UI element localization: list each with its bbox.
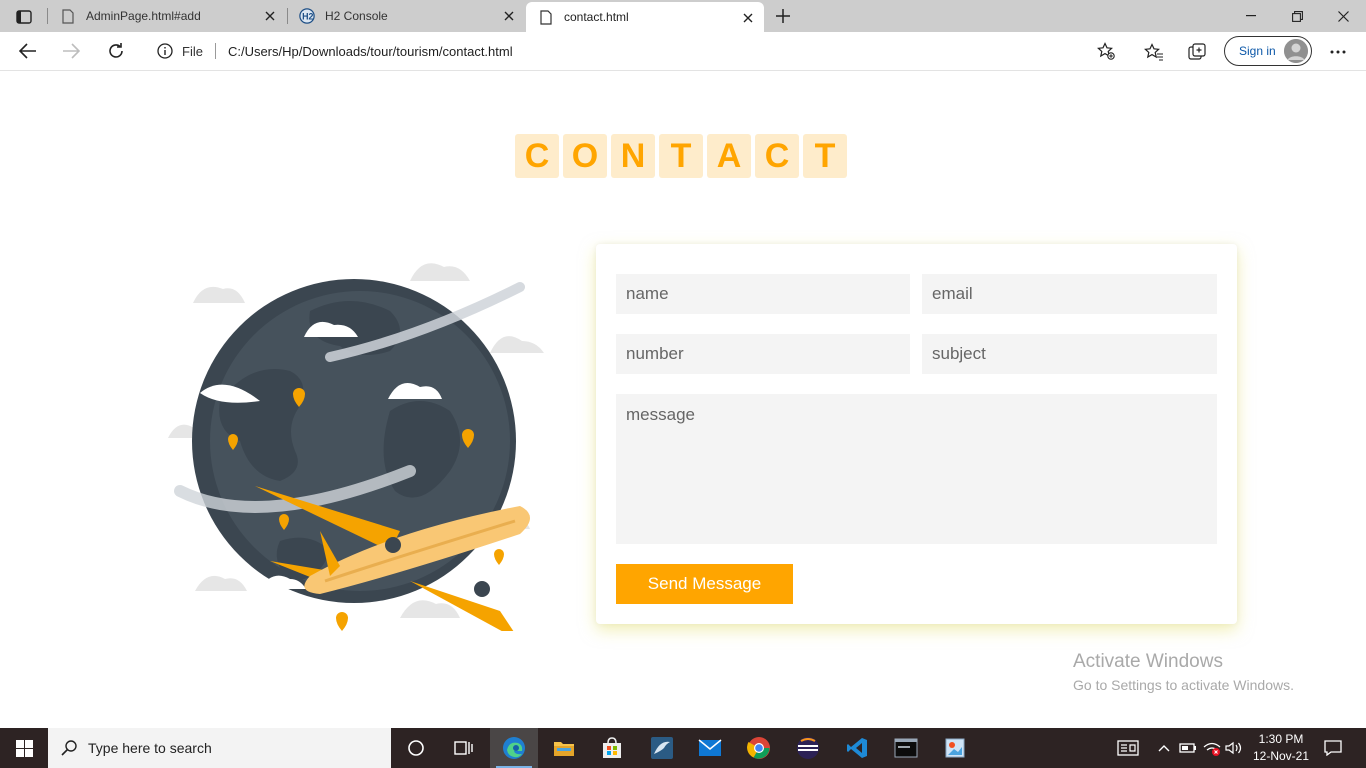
contact-form: name email number subject message Send M… xyxy=(596,244,1237,624)
search-placeholder: Type here to search xyxy=(88,740,212,756)
name-field[interactable]: name xyxy=(616,274,910,314)
add-favorite-icon[interactable] xyxy=(1096,41,1116,61)
tab-actions-menu-icon[interactable] xyxy=(10,6,38,28)
subject-field[interactable]: subject xyxy=(922,334,1217,374)
page-title: C O N T A C T xyxy=(515,134,847,178)
forward-arrow-icon[interactable] xyxy=(56,37,86,65)
avatar xyxy=(1284,39,1308,63)
chrome-icon[interactable] xyxy=(735,728,783,768)
url-text[interactable]: C:/Users/Hp/Downloads/tour/tourism/conta… xyxy=(228,44,513,59)
search-icon xyxy=(60,739,78,757)
tab-title: AdminPage.html#add xyxy=(86,9,201,23)
browser-tab-strip: AdminPage.html#add H2 H2 Console contact… xyxy=(0,0,1366,32)
minimize-icon[interactable] xyxy=(1228,0,1274,32)
mysql-workbench-icon[interactable] xyxy=(638,728,686,768)
email-placeholder: email xyxy=(932,284,973,303)
battery-icon[interactable] xyxy=(1178,728,1198,768)
title-letter: A xyxy=(707,134,751,178)
clock-time: 1:30 PM xyxy=(1258,732,1304,746)
message-placeholder: message xyxy=(626,405,695,424)
close-window-icon[interactable] xyxy=(1320,0,1366,32)
title-letter: C xyxy=(515,134,559,178)
cortana-icon[interactable] xyxy=(392,728,440,768)
contact-page: C O N T A C T name email number subject … xyxy=(0,71,1366,728)
close-icon[interactable] xyxy=(262,8,278,24)
page-icon xyxy=(538,9,554,25)
title-letter: O xyxy=(563,134,607,178)
send-message-button[interactable]: Send Message xyxy=(616,564,793,604)
activate-windows-watermark: Activate Windows Go to Settings to activ… xyxy=(1073,651,1294,693)
restore-icon[interactable] xyxy=(1274,0,1320,32)
tab-adminpage[interactable]: AdminPage.html#add xyxy=(48,0,286,32)
title-letter: T xyxy=(659,134,703,178)
edge-icon[interactable] xyxy=(490,728,538,768)
collections-icon[interactable] xyxy=(1187,41,1209,63)
store-icon[interactable] xyxy=(588,728,636,768)
message-textarea[interactable]: message xyxy=(616,394,1217,544)
volume-icon[interactable] xyxy=(1224,728,1244,768)
back-arrow-icon[interactable] xyxy=(13,37,43,65)
h2-logo-icon: H2 xyxy=(299,8,315,24)
title-letter: T xyxy=(803,134,847,178)
close-icon[interactable] xyxy=(501,8,517,24)
windows-taskbar: Type here to search 1:30 PM 12-Nov-21 xyxy=(0,728,1366,768)
eclipse-icon[interactable] xyxy=(784,728,832,768)
scheme-label: File xyxy=(182,43,203,59)
file-explorer-icon[interactable] xyxy=(540,728,588,768)
taskbar-clock[interactable]: 1:30 PM 12-Nov-21 xyxy=(1246,731,1316,765)
browser-toolbar: File C:/Users/Hp/Downloads/tour/tourism/… xyxy=(0,32,1366,71)
sign-in-button[interactable]: Sign in xyxy=(1224,36,1312,66)
location-pin-icon xyxy=(494,549,504,565)
show-hidden-icons-icon[interactable] xyxy=(1156,728,1172,768)
title-letter: C xyxy=(755,134,799,178)
taskbar-search-box[interactable]: Type here to search xyxy=(48,728,391,768)
address-bar[interactable]: File C:/Users/Hp/Downloads/tour/tourism/… xyxy=(146,36,1126,66)
vscode-icon[interactable] xyxy=(833,728,881,768)
globe-airplane-illustration xyxy=(168,263,544,631)
network-disconnected-icon[interactable] xyxy=(1202,728,1222,768)
favorites-icon[interactable] xyxy=(1143,41,1165,63)
more-options-icon[interactable] xyxy=(1327,41,1349,63)
sign-in-label: Sign in xyxy=(1239,44,1276,58)
title-letter: N xyxy=(611,134,655,178)
page-icon xyxy=(60,8,76,24)
watermark-title: Activate Windows xyxy=(1073,651,1223,672)
email-field[interactable]: email xyxy=(922,274,1217,314)
tab-title: H2 Console xyxy=(325,9,388,23)
notifications-icon[interactable] xyxy=(1318,728,1348,768)
clock-date: 12-Nov-21 xyxy=(1252,749,1310,763)
refresh-icon[interactable] xyxy=(101,37,131,65)
svg-text:H2: H2 xyxy=(302,12,313,22)
location-pin-icon xyxy=(336,612,348,631)
tab-title: contact.html xyxy=(564,10,629,24)
mail-icon[interactable] xyxy=(686,728,734,768)
info-icon[interactable] xyxy=(156,42,174,60)
tab-contact[interactable]: contact.html xyxy=(526,2,764,32)
number-placeholder: number xyxy=(626,344,684,363)
paint-icon[interactable] xyxy=(931,728,979,768)
name-placeholder: name xyxy=(626,284,669,303)
address-divider xyxy=(214,43,216,59)
number-field[interactable]: number xyxy=(616,334,910,374)
subject-placeholder: subject xyxy=(932,344,986,363)
task-view-icon[interactable] xyxy=(440,728,488,768)
news-widget-icon[interactable] xyxy=(1115,728,1141,768)
watermark-subtitle: Go to Settings to activate Windows. xyxy=(1073,677,1294,693)
mysql-cli-icon[interactable] xyxy=(882,728,930,768)
tab-h2-console[interactable]: H2 H2 Console xyxy=(287,0,525,32)
new-tab-icon[interactable] xyxy=(772,6,794,26)
windows-start-icon[interactable] xyxy=(0,728,48,768)
close-icon[interactable] xyxy=(740,10,756,26)
